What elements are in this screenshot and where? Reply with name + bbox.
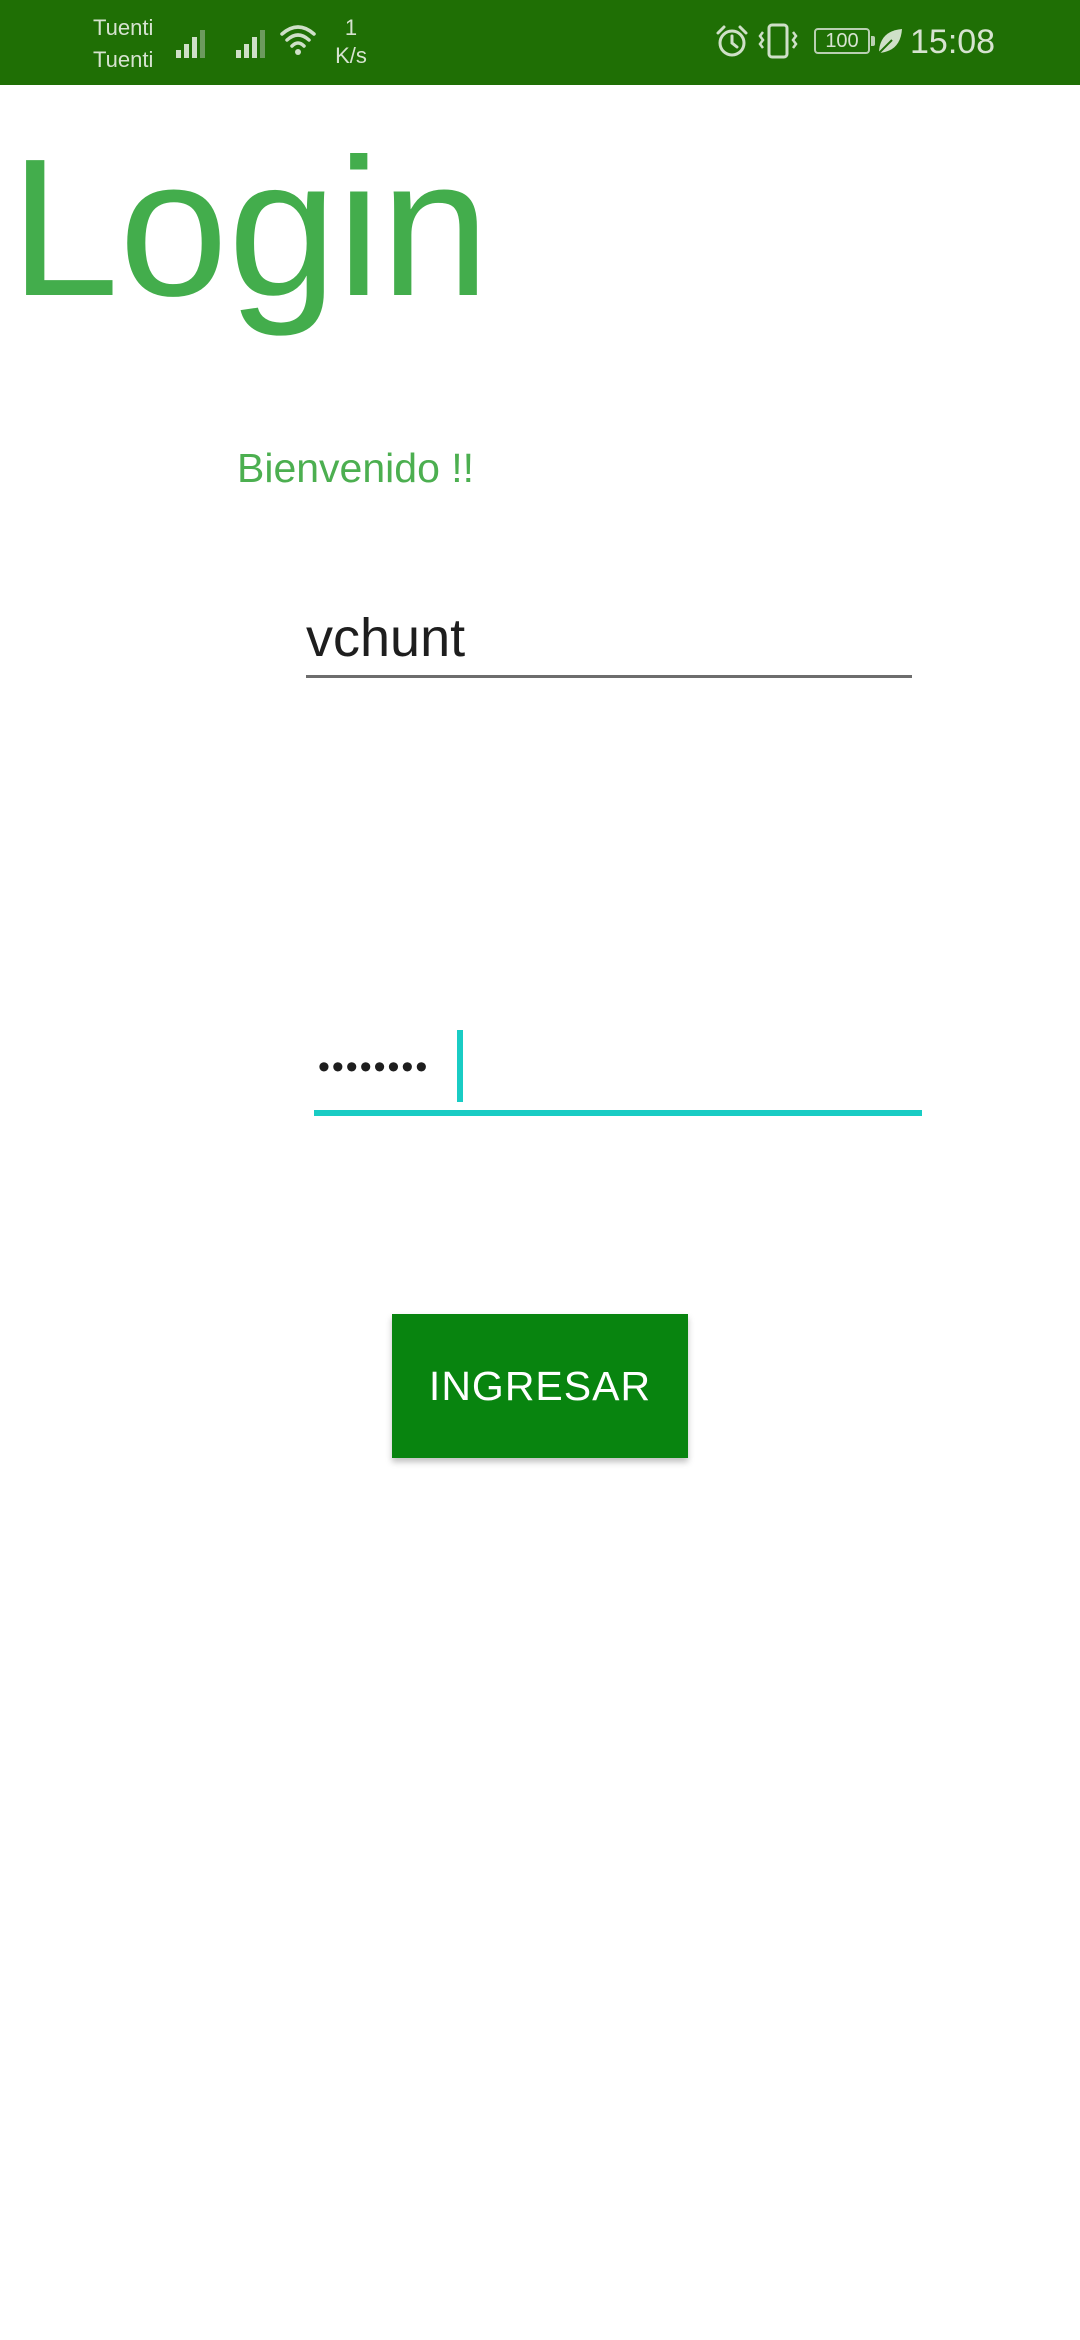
- network-speed: 1 K/s: [330, 14, 372, 70]
- text-cursor: [457, 1030, 463, 1102]
- vibrate-icon: [758, 23, 798, 59]
- status-bar: Tuenti Tuenti 1 K/s 100 15:08: [0, 0, 1080, 85]
- alarm-icon: [716, 25, 748, 57]
- login-button[interactable]: INGRESAR: [392, 1314, 688, 1458]
- password-masked-value: ••••••••: [318, 1048, 430, 1086]
- signal-icon: [176, 30, 205, 58]
- network-speed-unit: K/s: [335, 43, 367, 68]
- battery-icon: 100: [814, 28, 875, 54]
- username-input[interactable]: [306, 600, 912, 678]
- password-input[interactable]: ••••••••: [314, 1020, 922, 1116]
- welcome-text: Bienvenido !!: [237, 445, 475, 491]
- signal-icon: [236, 30, 265, 58]
- page-title: Login: [10, 118, 490, 337]
- wifi-icon: [280, 25, 316, 55]
- carrier-2: Tuenti: [93, 47, 154, 72]
- carrier-labels: Tuenti Tuenti: [93, 12, 153, 76]
- carrier-1: Tuenti: [93, 15, 154, 40]
- status-time: 15:08: [910, 23, 996, 61]
- login-screen: Tuenti Tuenti 1 K/s 100 15:08 Login Bien…: [0, 0, 1080, 2340]
- power-saver-leaf-icon: [878, 29, 902, 54]
- network-speed-value: 1: [344, 15, 358, 40]
